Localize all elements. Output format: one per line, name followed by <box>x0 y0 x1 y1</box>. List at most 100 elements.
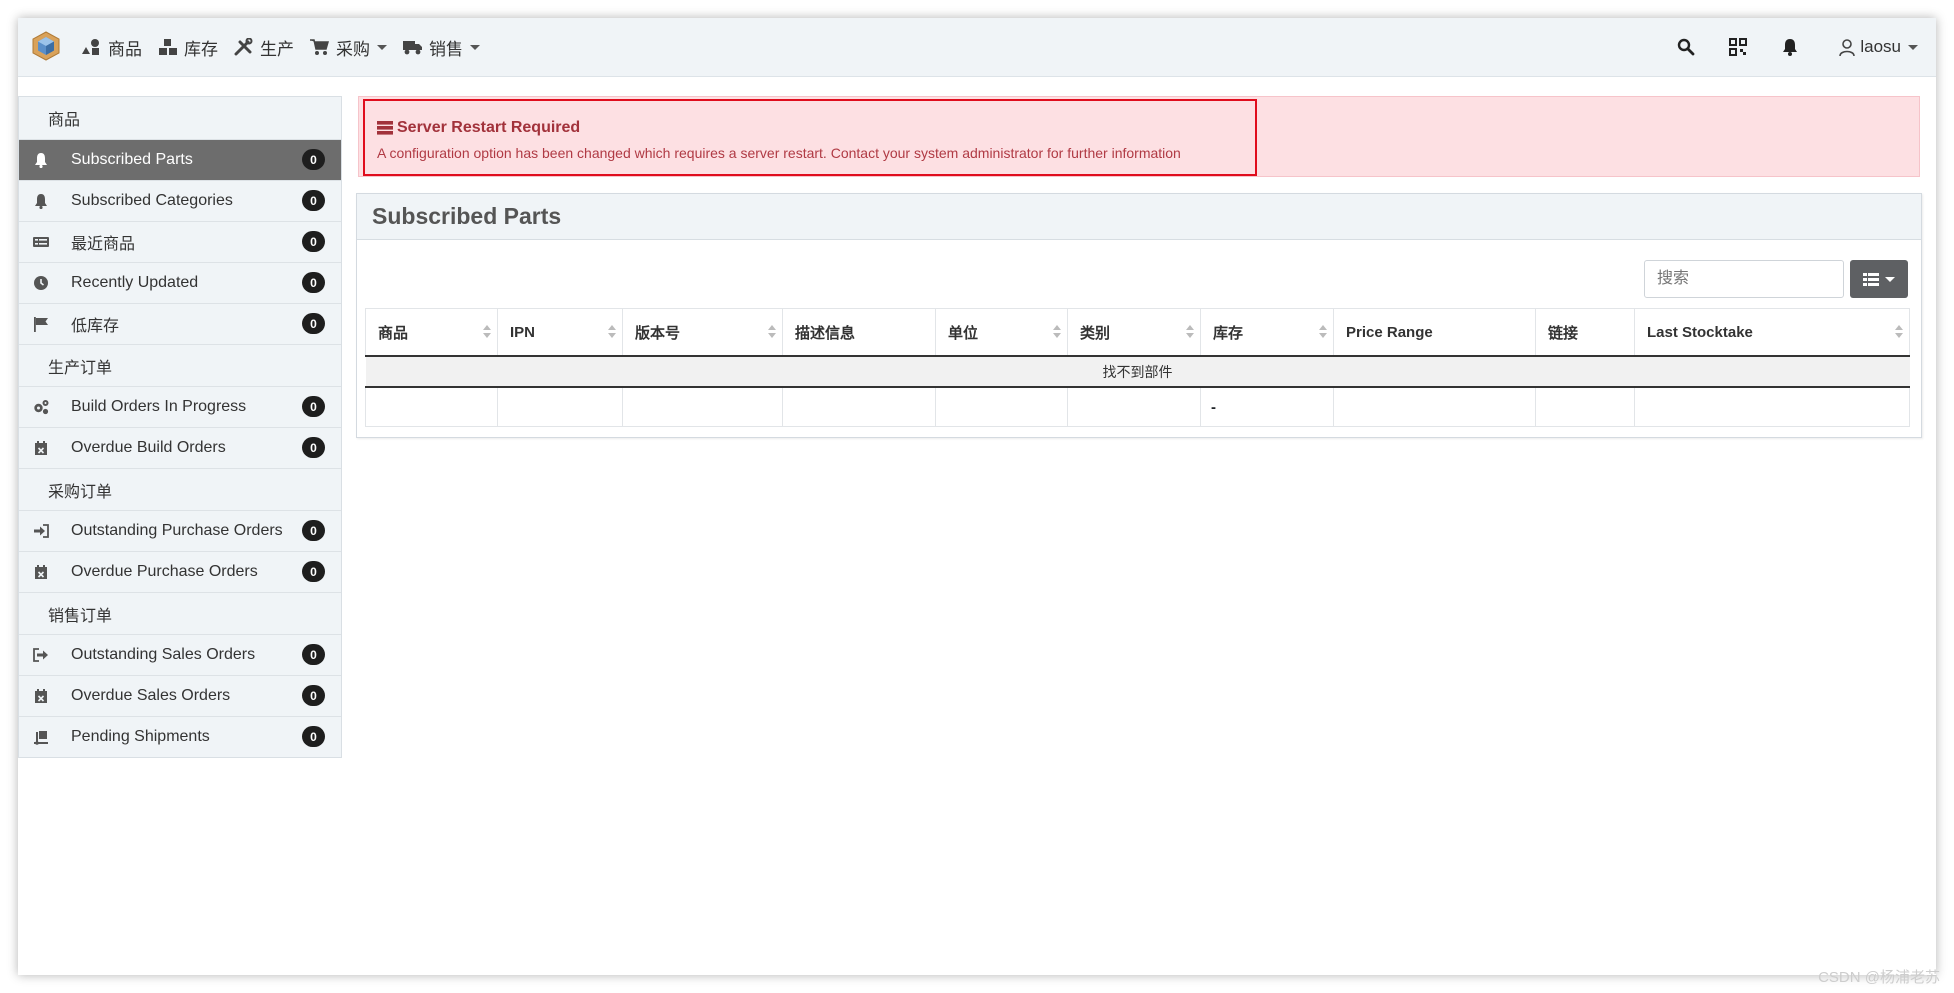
nav-stock[interactable]: 库存 <box>158 35 218 60</box>
count-badge: 0 <box>302 231 325 252</box>
column-header-part[interactable]: 商品 <box>365 308 498 357</box>
sidebar-item-label: 低库存 <box>71 318 120 335</box>
sidebar-item-subscribed-categories[interactable]: Subscribed Categories 0 <box>19 180 341 221</box>
sidebar-item-overdue-build-orders[interactable]: Overdue Build Orders 0 <box>19 427 341 468</box>
column-header-stock[interactable]: 库存 <box>1200 308 1334 357</box>
calendar-x-icon <box>35 441 47 455</box>
sidebar-item-build-orders-in-progress[interactable]: Build Orders In Progress 0 <box>19 386 341 427</box>
sort-icon <box>1319 325 1327 339</box>
shopping-cart-icon <box>310 39 329 55</box>
bell-icon <box>35 194 47 209</box>
sidebar-item-subscribed-parts[interactable]: Subscribed Parts 0 <box>19 139 341 180</box>
sidebar-item-overdue-sales-orders[interactable]: Overdue Sales Orders 0 <box>19 675 341 716</box>
user-icon <box>1839 38 1856 56</box>
sidebar-section-sales-orders: 销售订单 <box>19 592 341 634</box>
inventree-logo-icon[interactable] <box>30 30 62 62</box>
count-badge: 0 <box>302 561 325 582</box>
nav-tools: laosu <box>1643 18 1918 76</box>
search-icon[interactable] <box>1677 38 1695 56</box>
calendar-x-icon <box>35 689 47 703</box>
sidebar-item-outstanding-purchase-orders[interactable]: Outstanding Purchase Orders 0 <box>19 510 341 551</box>
nav-parts-label: 商品 <box>108 39 142 59</box>
nav-parts[interactable]: 商品 <box>82 35 142 60</box>
parts-table: 商品 IPN 版本号 描述信息 单位 类别 库存 Price Range 链接 … <box>365 308 1910 427</box>
column-header-description[interactable]: 描述信息 <box>782 308 936 357</box>
search-input[interactable] <box>1644 260 1844 298</box>
sidebar-item-low-stock[interactable]: 低库存 0 <box>19 303 341 344</box>
sidebar-item-outstanding-sales-orders[interactable]: Outstanding Sales Orders 0 <box>19 634 341 675</box>
bell-icon <box>35 153 47 168</box>
sidebar-item-label: Subscribed Parts <box>71 151 193 168</box>
empty-table-message: 找不到部件 <box>365 356 1910 388</box>
column-header-last-stocktake[interactable]: Last Stocktake <box>1634 308 1910 357</box>
column-header-units[interactable]: 单位 <box>935 308 1068 357</box>
boxes-icon <box>159 39 177 55</box>
sidebar-item-recently-updated[interactable]: Recently Updated 0 <box>19 262 341 303</box>
cogs-icon <box>34 400 49 415</box>
chevron-down-icon <box>377 44 387 50</box>
alert-title: Server Restart Required <box>377 119 580 137</box>
column-toggle-button[interactable] <box>1850 260 1908 298</box>
sort-icon <box>483 325 491 339</box>
user-name: laosu <box>1860 37 1901 56</box>
table-row: 找不到部件 <box>365 356 1910 388</box>
nav-sales-label: 销售 <box>429 39 463 59</box>
sort-icon <box>768 325 776 339</box>
server-icon <box>377 121 393 135</box>
sort-icon <box>1053 325 1061 339</box>
table-footer-row: - <box>365 386 1910 427</box>
sidebar-section-build-orders: 生产订单 <box>19 344 341 386</box>
sidebar: 商品 Subscribed Parts 0 Subscribed Categor… <box>18 96 342 758</box>
server-restart-alert: Server Restart Required A configuration … <box>358 96 1920 177</box>
sort-icon <box>1186 325 1194 339</box>
main-menu: 商品 库存 生产 采购 销售 <box>82 18 496 76</box>
column-header-revision[interactable]: 版本号 <box>622 308 783 357</box>
calendar-x-icon <box>35 565 47 579</box>
sidebar-item-pending-shipments[interactable]: Pending Shipments 0 <box>19 716 341 757</box>
column-header-price-range[interactable]: Price Range <box>1333 308 1536 357</box>
panel-title: Subscribed Parts <box>357 194 1921 240</box>
count-badge: 0 <box>302 520 325 541</box>
count-badge: 0 <box>302 437 325 458</box>
sidebar-section-purchase-orders: 采购订单 <box>19 468 341 510</box>
sort-icon <box>1895 325 1903 339</box>
sidebar-item-label: Overdue Purchase Orders <box>71 563 258 580</box>
count-badge: 0 <box>302 644 325 665</box>
sidebar-item-label: 最近商品 <box>71 236 136 253</box>
sidebar-item-label: Overdue Sales Orders <box>71 687 231 704</box>
nav-build[interactable]: 生产 <box>234 35 294 60</box>
count-badge: 0 <box>302 726 325 747</box>
sidebar-item-label: Pending Shipments <box>71 728 210 745</box>
nav-purchasing[interactable]: 采购 <box>310 35 387 60</box>
sidebar-item-overdue-purchase-orders[interactable]: Overdue Purchase Orders 0 <box>19 551 341 592</box>
shapes-icon <box>82 39 99 55</box>
sidebar-item-label: Recently Updated <box>71 274 199 291</box>
alert-title-text: Server Restart Required <box>397 119 581 136</box>
user-menu[interactable]: laosu <box>1839 37 1918 57</box>
nav-sales[interactable]: 销售 <box>403 35 480 60</box>
column-header-link[interactable]: 链接 <box>1535 308 1635 357</box>
chevron-down-icon <box>1908 44 1918 50</box>
count-badge: 0 <box>302 313 325 334</box>
app-window: 商品 库存 生产 采购 销售 laosu 商品 Subscribed Parts… <box>18 18 1936 975</box>
count-badge: 0 <box>302 149 325 170</box>
nav-purchasing-label: 采购 <box>336 39 370 59</box>
sidebar-item-recent-parts[interactable]: 最近商品 0 <box>19 221 341 262</box>
column-header-category[interactable]: 类别 <box>1067 308 1201 357</box>
nav-build-label: 生产 <box>260 39 294 59</box>
qrcode-icon[interactable] <box>1729 38 1748 56</box>
sort-icon <box>608 325 616 339</box>
chevron-down-icon <box>470 44 480 50</box>
sidebar-item-label: Overdue Build Orders <box>71 439 226 456</box>
sign-in-icon <box>34 524 49 538</box>
alert-message: A configuration option has been changed … <box>377 145 1181 161</box>
column-header-ipn[interactable]: IPN <box>497 308 623 357</box>
bell-icon[interactable] <box>1781 38 1799 56</box>
sidebar-item-label: Outstanding Sales Orders <box>71 646 256 663</box>
chevron-down-icon <box>1885 276 1895 282</box>
flag-icon <box>34 317 48 332</box>
table-header-row: 商品 IPN 版本号 描述信息 单位 类别 库存 Price Range 链接 … <box>365 308 1910 357</box>
list-icon <box>33 237 49 247</box>
nav-stock-label: 库存 <box>184 39 218 59</box>
clock-icon <box>34 276 48 290</box>
